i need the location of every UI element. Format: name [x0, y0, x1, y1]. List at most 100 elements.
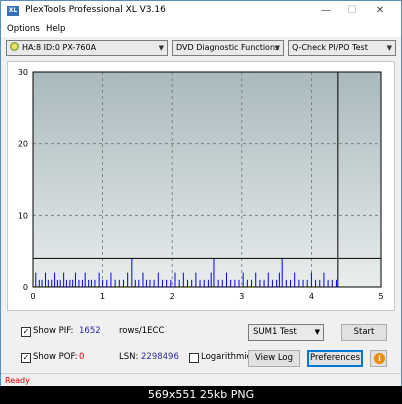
- show-pof-label: Show POF:: [33, 352, 78, 362]
- data-bar: [84, 272, 86, 287]
- data-bar: [302, 279, 304, 287]
- pi-po-chart: 0 10 20 30 0 1 2 3 4 5: [18, 68, 384, 301]
- data-bar: [174, 272, 176, 287]
- data-bar: [234, 279, 236, 287]
- x-axis-ticks: 0 1 2 3 4 5: [30, 292, 383, 301]
- data-bar: [230, 279, 232, 287]
- data-bar: [114, 279, 116, 287]
- x-tick-label: 5: [378, 292, 383, 301]
- data-bar: [63, 272, 65, 287]
- data-bar: [271, 279, 273, 287]
- show-pif-label: Show PIF:: [33, 326, 74, 336]
- y-tick-label: 10: [18, 211, 28, 220]
- app-logo-icon: XL: [7, 6, 19, 16]
- data-bar: [323, 272, 325, 287]
- data-bar: [78, 279, 80, 287]
- menu-bar: Options Help: [1, 22, 401, 37]
- controls-panel: ✓ Show PIF: 1652 rows/1ECC SUM1 Test ▼ S…: [1, 317, 401, 371]
- lsn-label: LSN:: [119, 352, 139, 362]
- data-bar: [281, 258, 283, 287]
- data-bar: [217, 279, 219, 287]
- data-bar: [106, 279, 108, 287]
- data-bar: [203, 279, 205, 287]
- data-bar: [182, 272, 184, 287]
- window-title: PlexTools Professional XL V3.16: [25, 5, 166, 15]
- data-bar: [238, 279, 240, 287]
- data-bar: [149, 279, 151, 287]
- function-select[interactable]: DVD Diagnostic Functions ▼: [172, 40, 284, 56]
- data-bar: [221, 279, 223, 287]
- show-pof-checkbox[interactable]: ✓: [21, 353, 31, 363]
- data-bar: [65, 279, 67, 287]
- data-bar: [246, 279, 248, 287]
- data-bar: [199, 279, 201, 287]
- data-bar: [90, 279, 92, 287]
- drive-select[interactable]: HA:8 ID:0 PX-760A ▼: [6, 40, 168, 56]
- function-select-value: DVD Diagnostic Functions: [176, 43, 280, 52]
- data-bar: [213, 258, 215, 287]
- chevron-down-icon: ▼: [274, 44, 280, 52]
- title-bar: XL PlexTools Professional XL V3.16 — ☐ ✕: [1, 1, 401, 22]
- pof-value: 0: [79, 352, 85, 362]
- view-log-button[interactable]: View Log: [248, 350, 300, 367]
- logarithmic-checkbox[interactable]: [189, 353, 199, 363]
- data-bar: [118, 279, 120, 287]
- x-tick-label: 4: [309, 292, 314, 301]
- data-bar: [294, 272, 296, 287]
- y-axis-ticks: 0 10 20 30: [18, 68, 28, 292]
- show-pif-checkbox[interactable]: ✓: [21, 327, 31, 337]
- start-button[interactable]: Start: [341, 324, 387, 341]
- data-bar: [88, 279, 90, 287]
- data-bar: [59, 279, 61, 287]
- data-bar: [74, 272, 76, 287]
- maximize-button[interactable]: ☐: [345, 4, 359, 18]
- data-bar: [98, 272, 100, 287]
- sum-test-value: SUM1 Test: [253, 327, 297, 337]
- test-select[interactable]: Q-Check PI/PO Test ▼: [288, 40, 396, 56]
- preferences-button[interactable]: Preferences: [307, 350, 363, 367]
- status-bar: Ready: [1, 373, 401, 387]
- chart-panel: 0 10 20 30 0 1 2 3 4 5: [7, 61, 395, 311]
- menu-help[interactable]: Help: [46, 24, 65, 34]
- status-text: Ready: [5, 376, 30, 385]
- data-bar: [263, 279, 265, 287]
- data-bar: [138, 279, 140, 287]
- data-bar: [69, 279, 71, 287]
- data-bar: [191, 279, 193, 287]
- data-bar: [187, 279, 189, 287]
- drive-select-value: HA:8 ID:0 PX-760A: [22, 43, 97, 52]
- data-bar: [72, 279, 74, 287]
- chevron-down-icon: ▼: [386, 44, 392, 52]
- drive-icon: [10, 42, 19, 51]
- menu-options[interactable]: Options: [7, 24, 40, 34]
- app-window: XL PlexTools Professional XL V3.16 — ☐ ✕…: [0, 0, 402, 404]
- close-button[interactable]: ✕: [373, 4, 387, 18]
- data-bar: [134, 279, 136, 287]
- sum-test-select[interactable]: SUM1 Test ▼: [248, 324, 324, 341]
- test-select-value: Q-Check PI/PO Test: [292, 43, 368, 52]
- y-tick-label: 0: [23, 283, 28, 292]
- data-bar: [145, 279, 147, 287]
- plot-area: [33, 72, 381, 287]
- toolbar: HA:8 ID:0 PX-760A ▼ DVD Diagnostic Funct…: [1, 37, 401, 59]
- data-bar: [210, 272, 212, 287]
- pif-value: 1652: [79, 326, 101, 336]
- data-bar: [51, 279, 53, 287]
- data-bar: [315, 279, 317, 287]
- data-bar: [207, 279, 209, 287]
- data-bar: [306, 279, 308, 287]
- minimize-button[interactable]: —: [319, 4, 333, 18]
- data-bar: [122, 279, 124, 287]
- data-bar: [38, 279, 40, 287]
- chevron-down-icon: ▼: [158, 44, 164, 52]
- lsn-value: 2298496: [141, 352, 179, 362]
- info-button[interactable]: i: [370, 350, 387, 367]
- data-bar: [331, 279, 333, 287]
- data-bar: [255, 272, 257, 287]
- data-bar: [335, 279, 337, 287]
- data-bar: [327, 279, 329, 287]
- data-bar: [161, 279, 163, 287]
- info-icon: i: [374, 353, 385, 364]
- data-bar: [310, 272, 312, 287]
- data-bar: [276, 279, 278, 287]
